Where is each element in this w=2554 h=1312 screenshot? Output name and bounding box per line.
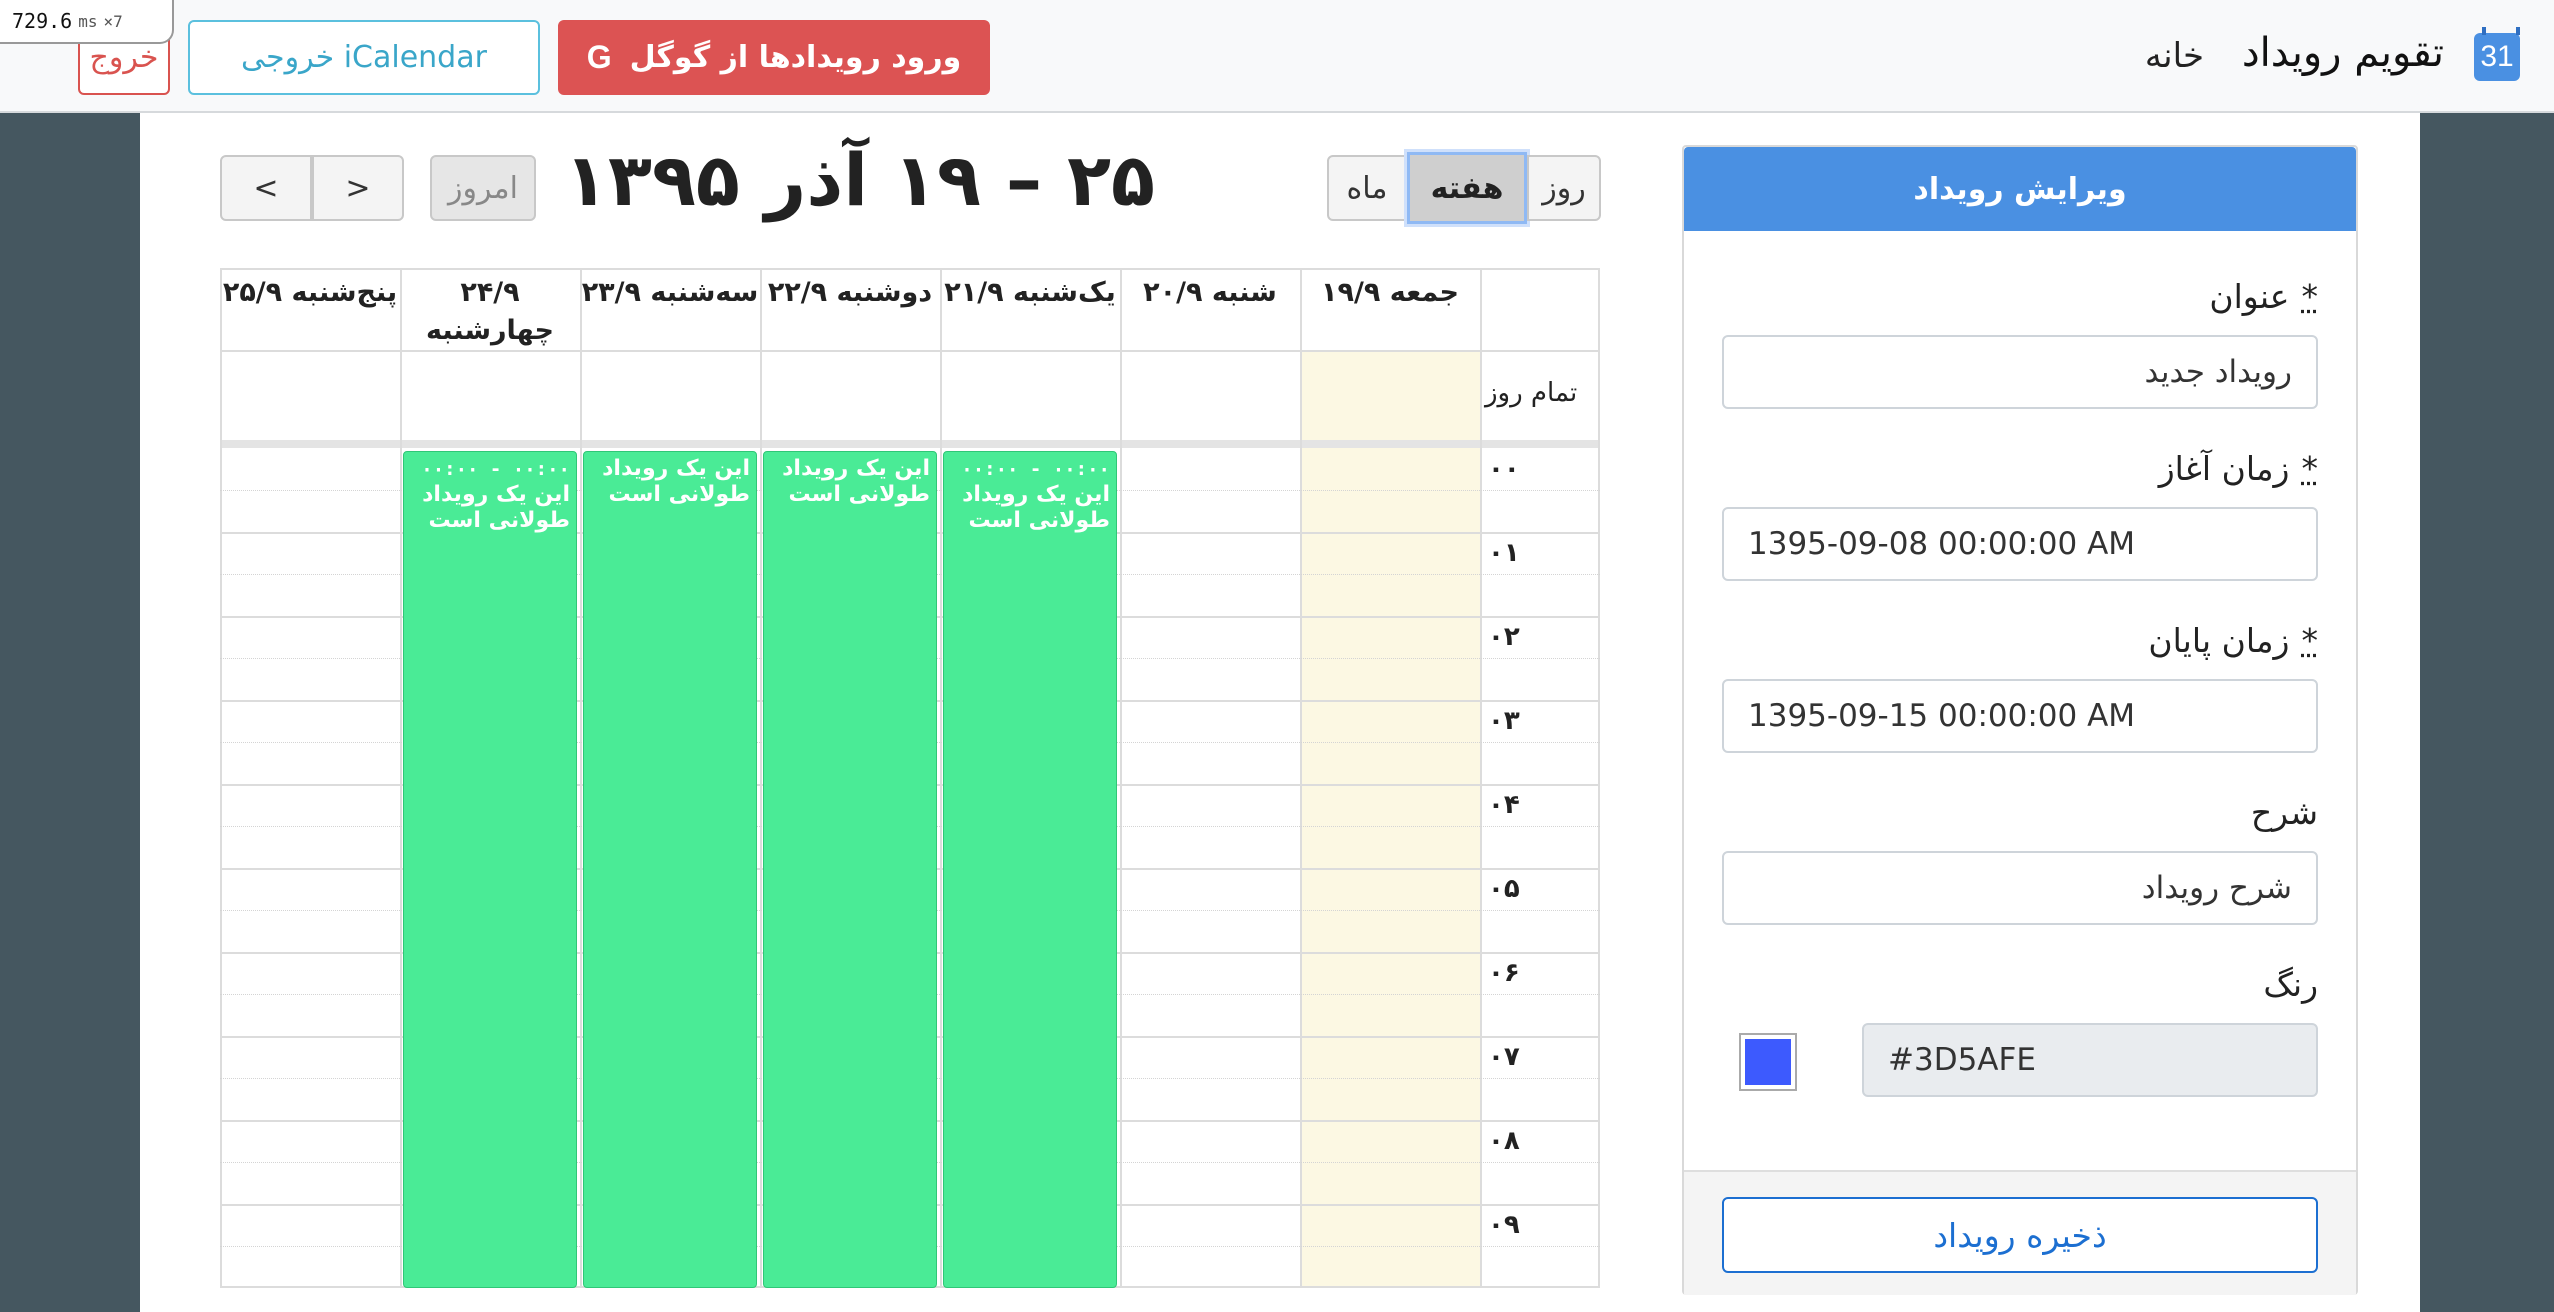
grid-line xyxy=(220,268,222,1288)
panel-title: ویرایش رویداد xyxy=(1684,147,2356,231)
google-import-label: ورود رویدادها از گوگل xyxy=(629,40,962,75)
end-label-text: زمان پایان xyxy=(2148,621,2290,660)
google-import-button[interactable]: ورود رویدادها از گوگل G xyxy=(558,20,990,95)
save-event-button[interactable]: ذخیره رویداد xyxy=(1722,1197,2318,1273)
start-field-label: * زمان آغاز xyxy=(2159,449,2318,488)
event-time: ۰۰:۰۰ - ۰۰:۰۰ xyxy=(421,458,570,480)
description-field-label: شرح xyxy=(2250,793,2318,832)
grid-line xyxy=(1120,268,1122,1288)
event-title: این یک رویداد طولانی است xyxy=(962,482,1110,533)
color-field-label: رنگ xyxy=(2263,965,2318,1004)
calendar-icon[interactable]: 31 xyxy=(2474,27,2520,81)
week-grid: جمعه ۱۹/۹ شنبه ۲۰/۹ یک‌شنبه ۲۱/۹ دوشنبه … xyxy=(220,268,1600,1288)
allday-divider xyxy=(220,440,1600,448)
calendar-event[interactable]: این یک رویداد طولانی است xyxy=(763,451,937,1288)
timing-overlay: 729.6 ms ×7 xyxy=(0,0,174,44)
today-button[interactable]: امروز xyxy=(430,155,536,221)
event-title: این یک رویداد طولانی است xyxy=(782,456,930,507)
calendar-range-title: ۲۵ – ۱۹ آذر ۱۳۹۵ xyxy=(564,138,1155,222)
day-header-wed[interactable]: ۲۴/۹ چهارشنبه xyxy=(400,268,580,350)
required-mark: * xyxy=(2301,277,2319,316)
end-field-label: * زمان پایان xyxy=(2148,621,2318,660)
nav-home-link[interactable]: خانه xyxy=(2145,36,2204,76)
grid-line xyxy=(760,268,762,1288)
grid-line xyxy=(400,268,402,1288)
timing-multiplier: ×7 xyxy=(103,11,123,31)
start-label-text: زمان آغاز xyxy=(2158,449,2290,488)
timing-unit: ms xyxy=(78,11,98,31)
calendar-event[interactable]: ۰۰:۰۰ - ۰۰:۰۰ این یک رویداد طولانی است xyxy=(403,451,577,1288)
next-week-button[interactable]: > xyxy=(312,155,404,221)
top-navbar: 31 تقویم رویداد خانه ورود رویدادها از گو… xyxy=(0,0,2554,113)
day-header-sun[interactable]: یک‌شنبه ۲۱/۹ xyxy=(940,268,1120,350)
view-week-button[interactable]: هفته xyxy=(1407,152,1527,224)
ical-export-button[interactable]: خروجی iCalendar xyxy=(188,20,540,95)
event-time: ۰۰:۰۰ - ۰۰:۰۰ xyxy=(961,458,1110,480)
title-input[interactable]: رویداد جدید xyxy=(1722,335,2318,409)
event-title: این یک رویداد طولانی است xyxy=(602,456,750,507)
prev-week-button[interactable]: < xyxy=(220,155,312,221)
chevron-left-icon: < xyxy=(253,170,279,206)
event-title: این یک رویداد طولانی است xyxy=(422,482,570,533)
day-header-sat[interactable]: شنبه ۲۰/۹ xyxy=(1120,268,1300,350)
title-field-label: * عنوان xyxy=(2209,277,2318,316)
color-swatch-fill xyxy=(1745,1039,1791,1085)
day-header-thu[interactable]: پنج‌شنبه ۲۵/۹ xyxy=(220,268,400,350)
grid-line xyxy=(580,268,582,1288)
google-icon: G xyxy=(586,39,612,75)
hour-label: ۰۶ xyxy=(1488,958,1520,988)
color-swatch[interactable] xyxy=(1739,1033,1797,1091)
hour-label: ۰۱ xyxy=(1488,538,1520,568)
hour-label: ۰۸ xyxy=(1488,1126,1520,1156)
calendar-event[interactable]: ۰۰:۰۰ - ۰۰:۰۰ این یک رویداد طولانی است xyxy=(943,451,1117,1288)
edit-event-panel: ویرایش رویداد * عنوان رویداد جدید * زمان آ… xyxy=(1682,145,2358,1295)
chevron-right-icon: > xyxy=(345,170,371,206)
hour-label: ۰۷ xyxy=(1488,1042,1520,1072)
grid-line xyxy=(220,350,1600,352)
hour-label: ۰۴ xyxy=(1488,790,1520,820)
timing-value: 729.6 xyxy=(12,9,73,33)
all-day-label: تمام روز xyxy=(1485,378,1578,408)
brand-title[interactable]: تقویم رویداد xyxy=(2242,30,2444,76)
description-input[interactable]: شرح رویداد xyxy=(1722,851,2318,925)
day-header-mon[interactable]: دوشنبه ۲۲/۹ xyxy=(760,268,940,350)
hour-label: ۰۰ xyxy=(1488,454,1520,484)
today-column-highlight xyxy=(1300,351,1480,1288)
right-gutter xyxy=(2420,113,2554,1312)
grid-line xyxy=(1300,268,1302,1288)
hour-label: ۰۲ xyxy=(1488,622,1520,652)
hour-label: ۰۹ xyxy=(1488,1210,1520,1240)
view-month-button[interactable]: ماه xyxy=(1327,155,1407,221)
grid-line xyxy=(940,268,942,1288)
view-day-button[interactable]: روز xyxy=(1527,155,1601,221)
start-time-input[interactable]: 1395-09-08 00:00:00 AM xyxy=(1722,507,2318,581)
grid-line xyxy=(1598,268,1600,1288)
title-label-text: عنوان xyxy=(2209,277,2290,316)
required-mark: * xyxy=(2301,621,2319,660)
color-hex-input[interactable]: #3D5AFE xyxy=(1862,1023,2318,1097)
hour-label: ۰۵ xyxy=(1488,874,1520,904)
grid-line xyxy=(1480,268,1482,1288)
end-time-input[interactable]: 1395-09-15 00:00:00 AM xyxy=(1722,679,2318,753)
calendar-event[interactable]: این یک رویداد طولانی است xyxy=(583,451,757,1288)
day-header-fri[interactable]: جمعه ۱۹/۹ xyxy=(1300,268,1480,350)
day-header-tue[interactable]: سه‌شنبه ۲۳/۹ xyxy=(580,268,760,350)
left-gutter xyxy=(0,113,140,1312)
required-mark: * xyxy=(2301,449,2319,488)
hour-label: ۰۳ xyxy=(1488,706,1520,736)
